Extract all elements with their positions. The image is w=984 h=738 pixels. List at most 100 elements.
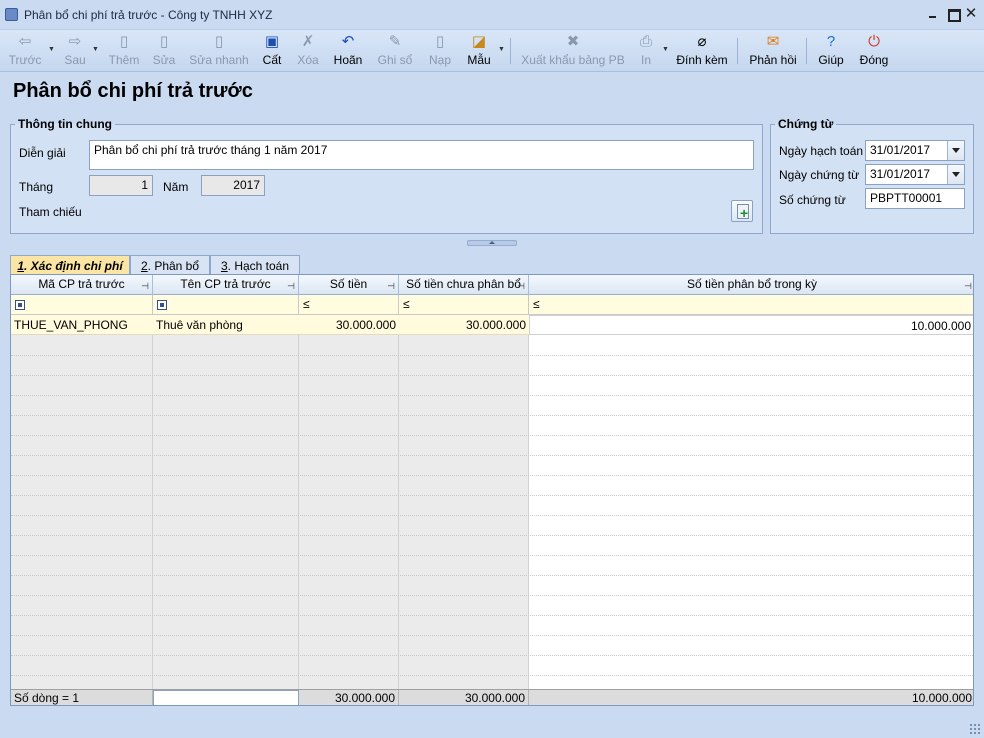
- load-button[interactable]: ▯ Nạp: [424, 32, 456, 70]
- filter-allocated-period[interactable]: ≤: [529, 295, 973, 315]
- tab-allocation[interactable]: 2. Phân bổ: [130, 255, 210, 275]
- filter-code[interactable]: [11, 295, 153, 315]
- filter-type-icon[interactable]: [15, 300, 25, 310]
- filter-amount[interactable]: ≤: [299, 295, 399, 315]
- table-row[interactable]: THUE_VAN_PHONG Thuê văn phòng 30.000.000…: [11, 315, 973, 335]
- col-header-code[interactable]: Mã CP trả trước ⊣: [11, 275, 153, 295]
- next-button[interactable]: ⇨ Sau: [58, 32, 92, 70]
- grid-row-line: [11, 555, 973, 556]
- voucher-date-dropdown-icon[interactable]: [947, 165, 964, 184]
- footer-unallocated: 30.000.000: [399, 690, 529, 705]
- col-header-allocated-period[interactable]: Số tiền phân bổ trong kỳ ⊣: [529, 275, 973, 296]
- grid-row-line: [11, 615, 973, 616]
- reference-label[interactable]: Tham chiếu: [19, 205, 82, 219]
- attach-button[interactable]: ⌀ Đính kèm: [674, 32, 730, 70]
- voucher-date-label: Ngày chứng từ: [779, 168, 860, 182]
- template-button[interactable]: ◪ Mẫu: [462, 32, 496, 70]
- maximize-button[interactable]: [944, 6, 962, 22]
- print-button[interactable]: ⎙ In: [634, 32, 658, 70]
- grid-row-line: [11, 355, 973, 356]
- minimize-button[interactable]: [924, 6, 942, 22]
- col-header-name[interactable]: Tên CP trả trước ⊣: [153, 275, 299, 295]
- edit-document-icon: ▯: [159, 33, 169, 50]
- undo-icon: ↶: [341, 33, 355, 50]
- pin-icon[interactable]: ⊣: [287, 277, 295, 296]
- cell-unallocated[interactable]: 30.000.000: [399, 315, 529, 335]
- filter-row: ≤ ≤ ≤: [11, 295, 973, 315]
- grid-row-line: [11, 495, 973, 496]
- post-button[interactable]: ✎ Ghi sổ: [374, 32, 416, 70]
- filter-type-icon[interactable]: [157, 300, 167, 310]
- quick-edit-button[interactable]: ▯ Sửa nhanh: [188, 32, 250, 70]
- close-button[interactable]: ⏻ Đóng: [856, 32, 892, 70]
- year-input[interactable]: 2017: [201, 175, 265, 196]
- title-bar: Phân bổ chi phí trả trước - Công ty TNHH…: [0, 0, 984, 30]
- arrow-right-icon: ⇨: [68, 33, 82, 50]
- description-input[interactable]: Phân bổ chi phí trả trước tháng 1 năm 20…: [89, 140, 754, 170]
- delete-button[interactable]: ✗ Xóa: [294, 32, 322, 70]
- pin-icon[interactable]: ⊣: [964, 277, 972, 296]
- filter-name[interactable]: [153, 295, 299, 315]
- posting-date-dropdown-icon[interactable]: [947, 141, 964, 160]
- grid-row-line: [11, 415, 973, 416]
- grid-column-bg: [399, 315, 529, 689]
- floppy-disk-icon: ▣: [264, 33, 280, 50]
- resize-grip-icon[interactable]: [969, 723, 981, 735]
- close-window-button[interactable]: ✕: [962, 6, 980, 22]
- toolbar-separator: [737, 38, 738, 64]
- cell-amount[interactable]: 30.000.000: [299, 315, 399, 335]
- posting-date-input[interactable]: 31/01/2017: [865, 140, 965, 161]
- grid-row-line: [11, 535, 973, 536]
- voucher-no-input[interactable]: PBPTT00001: [865, 188, 965, 209]
- grid-row-line: [11, 475, 973, 476]
- help-icon: ?: [826, 33, 836, 50]
- pin-icon[interactable]: ⊣: [141, 277, 149, 296]
- pin-icon[interactable]: ⊣: [517, 277, 525, 296]
- cost-grid: Mã CP trả trước ⊣ Tên CP trả trước ⊣ Số ti…: [10, 274, 974, 706]
- grid-row-line: [11, 635, 973, 636]
- posting-date-value: 31/01/2017: [870, 143, 931, 157]
- export-allocation-button[interactable]: ✖ Xuất khẩu bảng PB: [520, 32, 626, 70]
- prev-button[interactable]: ⇦ Trước: [6, 32, 44, 70]
- template-dropdown-icon[interactable]: ▼: [498, 46, 505, 53]
- load-icon: ▯: [435, 33, 445, 50]
- prev-dropdown-icon[interactable]: ▼: [48, 46, 55, 53]
- undo-button[interactable]: ↶ Hoãn: [330, 32, 366, 70]
- tab-define-cost[interactable]: 1. Xác định chi phí: [10, 255, 130, 276]
- pin-icon[interactable]: ⊣: [387, 277, 395, 296]
- feedback-button[interactable]: ✉ Phản hồi: [746, 32, 800, 70]
- cell-name[interactable]: Thuê văn phòng: [153, 315, 299, 335]
- excel-icon: ✖: [566, 33, 580, 50]
- voucher-date-input[interactable]: 31/01/2017: [865, 164, 965, 185]
- grid-row-line: [11, 435, 973, 436]
- arrow-left-icon: ⇦: [18, 33, 32, 50]
- grid-row-line: [11, 455, 973, 456]
- month-label: Tháng: [19, 180, 54, 194]
- envelope-icon: ✉: [766, 33, 780, 50]
- new-document-icon: ▯: [119, 33, 129, 50]
- panel-splitter[interactable]: [467, 240, 517, 246]
- save-button[interactable]: ▣ Cất: [258, 32, 286, 70]
- next-dropdown-icon[interactable]: ▼: [92, 46, 99, 53]
- cell-code[interactable]: THUE_VAN_PHONG: [11, 315, 153, 335]
- grid-row-line: [11, 655, 973, 656]
- filter-unallocated[interactable]: ≤: [399, 295, 529, 315]
- window-title: Phân bổ chi phí trả trước - Công ty TNHH…: [24, 8, 273, 22]
- voucher-no-label: Số chứng từ: [779, 193, 846, 207]
- add-reference-icon[interactable]: [731, 200, 753, 222]
- add-button[interactable]: ▯ Thêm: [106, 32, 142, 70]
- grid-footer: Số dòng = 1 30.000.000 30.000.000 10.000…: [11, 689, 973, 705]
- help-button[interactable]: ? Giúp: [814, 32, 848, 70]
- tab-accounting[interactable]: 3. Hạch toán: [210, 255, 300, 275]
- toolbar-separator: [510, 38, 511, 64]
- power-icon: ⏻: [868, 33, 880, 50]
- edit-button[interactable]: ▯ Sửa: [148, 32, 180, 70]
- month-input[interactable]: 1: [89, 175, 153, 196]
- col-header-unallocated[interactable]: Số tiền chưa phân bổ ⊣: [399, 275, 529, 295]
- cell-allocated-period[interactable]: 10.000.000: [529, 315, 973, 335]
- col-header-amount[interactable]: Số tiền ⊣: [299, 275, 399, 295]
- print-dropdown-icon[interactable]: ▼: [662, 46, 669, 53]
- grid-body: THUE_VAN_PHONG Thuê văn phòng 30.000.000…: [11, 315, 973, 689]
- grid-row-line: [11, 515, 973, 516]
- grid-row-line: [11, 675, 973, 676]
